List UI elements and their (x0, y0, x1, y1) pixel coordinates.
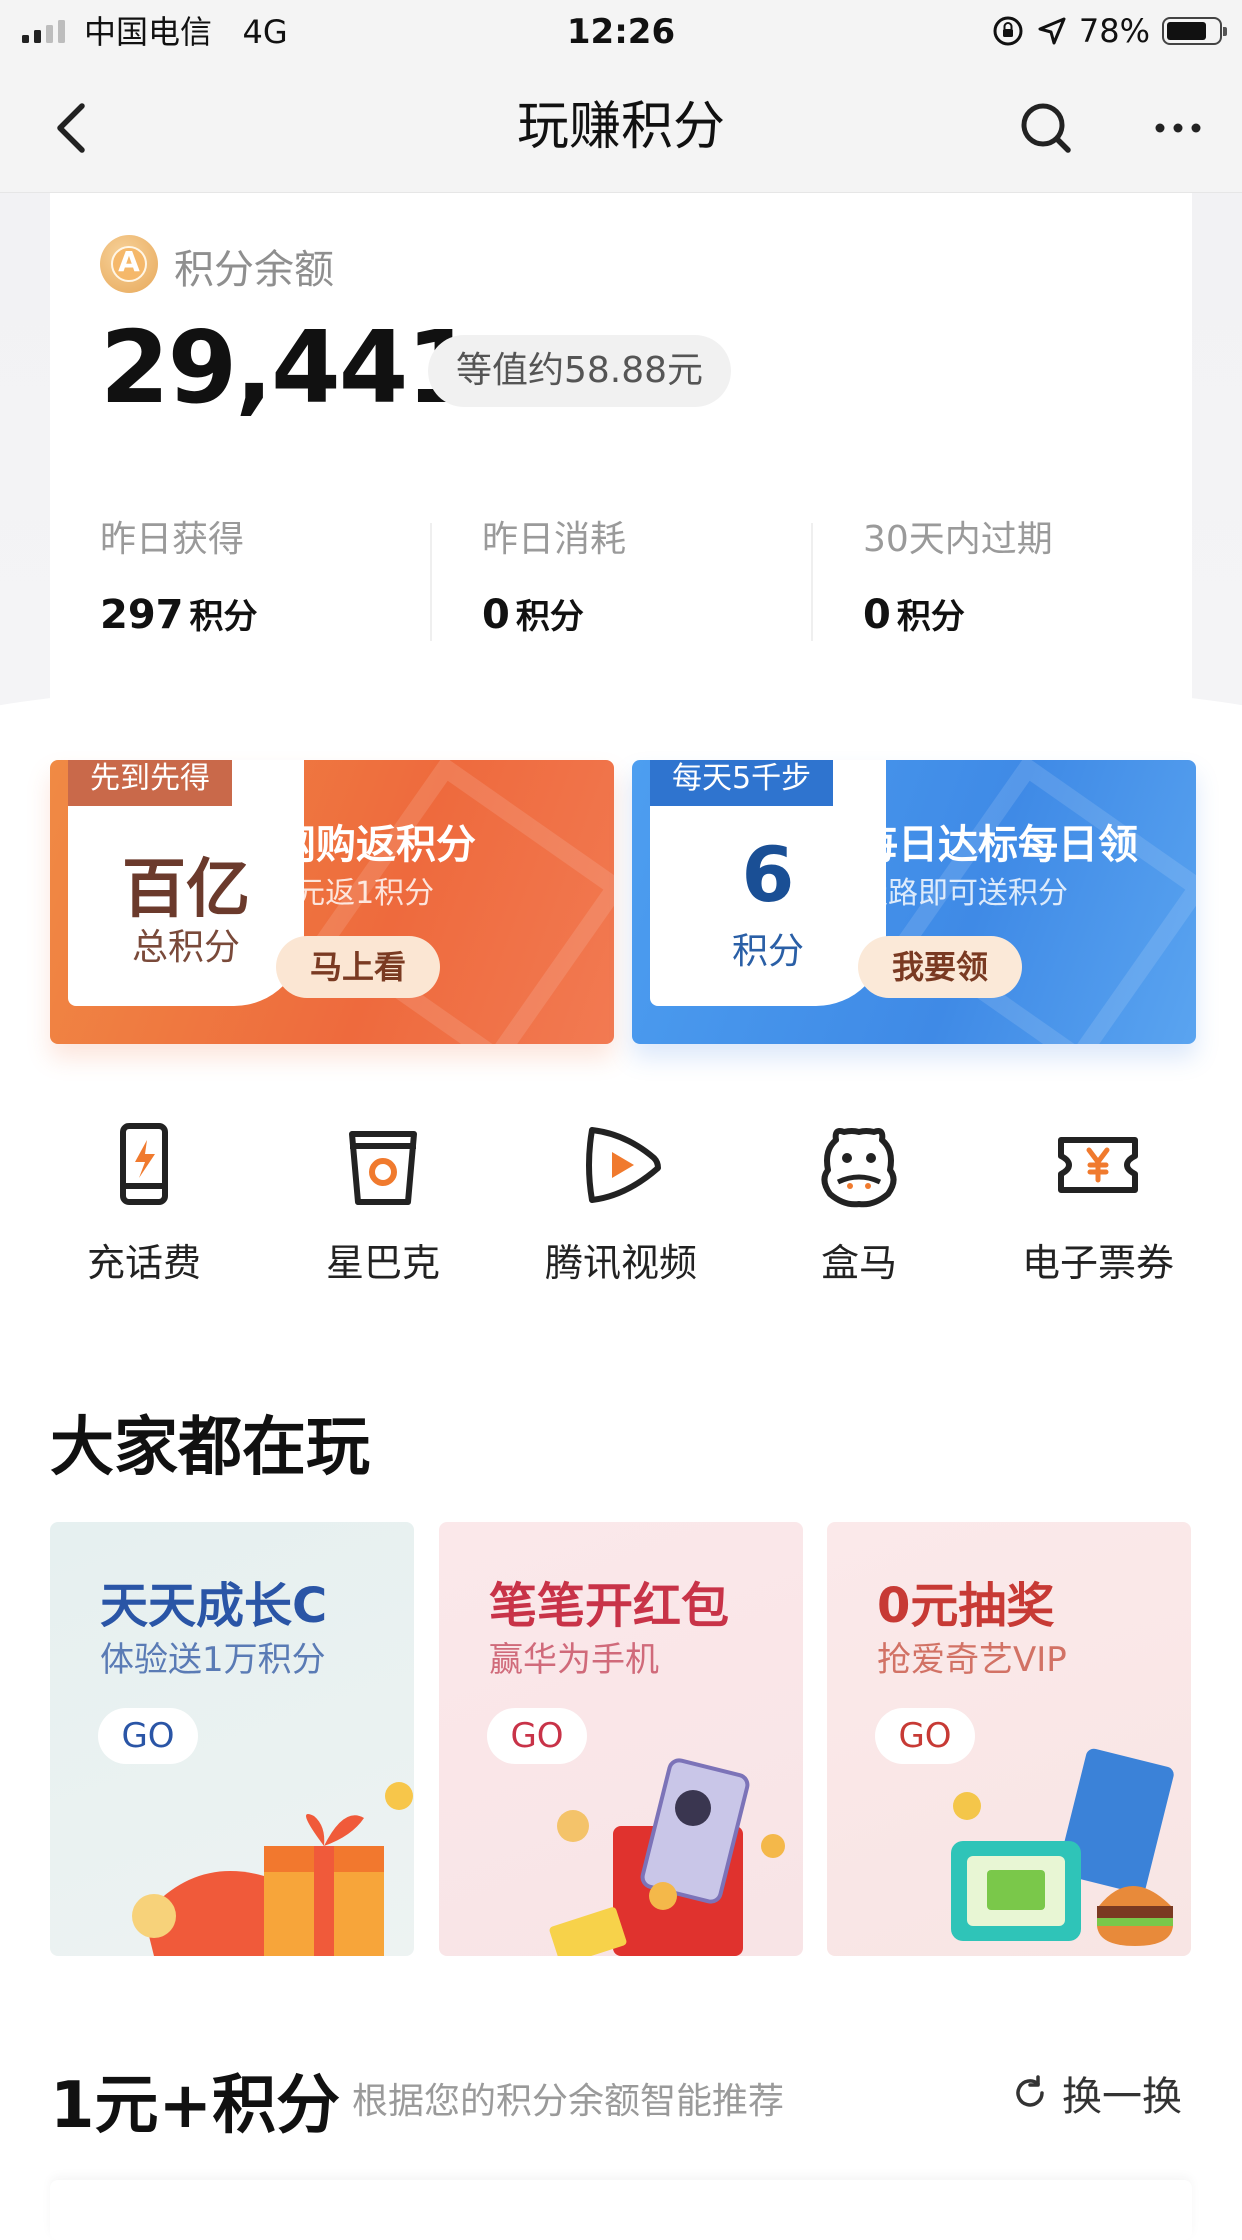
shortcut-label: 充话费 (86, 1241, 201, 1285)
video-play-icon (586, 1127, 661, 1203)
section-title-popular: 大家都在玩 (50, 1411, 370, 1485)
tv-burger-illustration (951, 1748, 1174, 1946)
gift-box-illustration (132, 1782, 413, 1956)
divider (811, 523, 813, 641)
shortcut-label: 腾讯视频 (544, 1241, 697, 1285)
promo-subtitle: 走路即可送积分 (858, 876, 1068, 911)
shortcut-hema[interactable]: 盒马 (739, 1120, 979, 1288)
card-title: 0元抽奖 (877, 1578, 1055, 1634)
shortcut-label: 星巴克 (325, 1241, 440, 1285)
promo-big-text: 6 (741, 830, 795, 919)
battery-percent: 78% (1078, 12, 1150, 50)
balance-equivalent: 等值约58.88元 (428, 335, 732, 407)
product-card[interactable] (50, 2180, 1192, 2240)
card-subtitle: 赢华为手机 (489, 1640, 659, 1680)
more-options-icon[interactable] (1148, 98, 1208, 158)
nav-bar: 玩赚积分 (0, 64, 1242, 193)
shortcut-tencent-video[interactable]: 腾讯视频 (501, 1120, 741, 1288)
phone-red-packet-illustration (549, 1758, 785, 1956)
stat-expiring-30-days[interactable]: 30天内过期 0 积分 (863, 515, 1193, 638)
promo-daily-steps[interactable]: 每天5千步 6 积分 每日达标每日领 走路即可送积分 我要领 (632, 760, 1196, 1044)
card-subtitle: 抢爱奇艺VIP (877, 1640, 1067, 1680)
coffee-cup-icon (349, 1131, 417, 1205)
claim-button[interactable]: 我要领 (858, 936, 1023, 998)
promo-tag: 先到先得 (68, 760, 232, 806)
refresh-label: 换一换 (1062, 2074, 1182, 2120)
shortcut-label: 电子票券 (1021, 1241, 1174, 1285)
stat-value: 297 积分 (100, 592, 258, 638)
view-now-button[interactable]: 马上看 (276, 936, 441, 998)
card-title: 天天成长C (100, 1578, 328, 1634)
play-card-growth[interactable]: 天天成长C 体验送1万积分 GO (50, 1522, 414, 1956)
rotation-lock-icon (993, 16, 1023, 46)
balance-value: 29,441 (100, 309, 476, 426)
card-subtitle: 体验送1万积分 (100, 1640, 326, 1680)
stat-yesterday-spent[interactable]: 昨日消耗 0 积分 (482, 515, 812, 638)
ticket-yuan-icon (1058, 1137, 1138, 1193)
section-subtitle: 根据您的积分余额智能推荐 (352, 2081, 785, 2122)
promo-big-text: 百亿 (122, 853, 250, 927)
promo-heading: 每日达标每日领 (858, 822, 1138, 868)
points-coin-icon: A (100, 235, 158, 293)
shortcut-phone-recharge[interactable]: 充话费 (24, 1120, 264, 1288)
battery-icon (1162, 17, 1227, 45)
shortcut-label: 盒马 (820, 1241, 897, 1285)
search-icon[interactable] (1016, 98, 1076, 158)
stat-label: 昨日消耗 (482, 519, 627, 560)
shortcut-starbucks[interactable]: 星巴克 (263, 1120, 503, 1288)
go-button[interactable]: GO (98, 1708, 198, 1764)
location-arrow-icon (1038, 17, 1066, 45)
balance-label: 积分余额 (174, 247, 334, 293)
promo-subtitle: 1元返1积分 (276, 876, 435, 911)
hippo-icon (821, 1128, 897, 1208)
stat-value: 0 积分 (482, 592, 584, 638)
balance-card: A 积分余额 29,441 等值约58.88元 昨日获得 297 积分 昨日消耗 … (50, 193, 1192, 713)
promo-heading: 网购返积分 (276, 822, 476, 868)
refresh-button[interactable]: 换一换 (1010, 2064, 1182, 2122)
status-bar: 中国电信 4G 12:26 78% (0, 0, 1242, 64)
stat-yesterday-earned[interactable]: 昨日获得 297 积分 (100, 515, 430, 638)
play-card-red-packet[interactable]: 笔笔开红包 赢华为手机 GO (439, 1522, 803, 1956)
card-title: 笔笔开红包 (489, 1578, 730, 1634)
refresh-icon (1016, 2075, 1044, 2107)
promo-shopping-rebate[interactable]: 先到先得 百亿 总积分 网购返积分 1元返1积分 马上看 (50, 760, 614, 1044)
stat-label: 昨日获得 (100, 519, 245, 560)
stat-label: 30天内过期 (863, 519, 1053, 560)
promo-small-text: 积分 (731, 931, 804, 972)
shortcut-e-tickets[interactable]: 电子票券 (978, 1120, 1218, 1288)
play-card-lottery[interactable]: 0元抽奖 抢爱奇艺VIP GO (827, 1522, 1191, 1956)
promo-tag: 每天5千步 (650, 760, 834, 806)
promo-small-text: 总积分 (131, 927, 240, 968)
divider (430, 523, 432, 641)
section-title-one-yuan: 1元+积分 (50, 2069, 341, 2143)
stat-value: 0 积分 (863, 592, 965, 638)
phone-recharge-icon (120, 1123, 168, 1205)
